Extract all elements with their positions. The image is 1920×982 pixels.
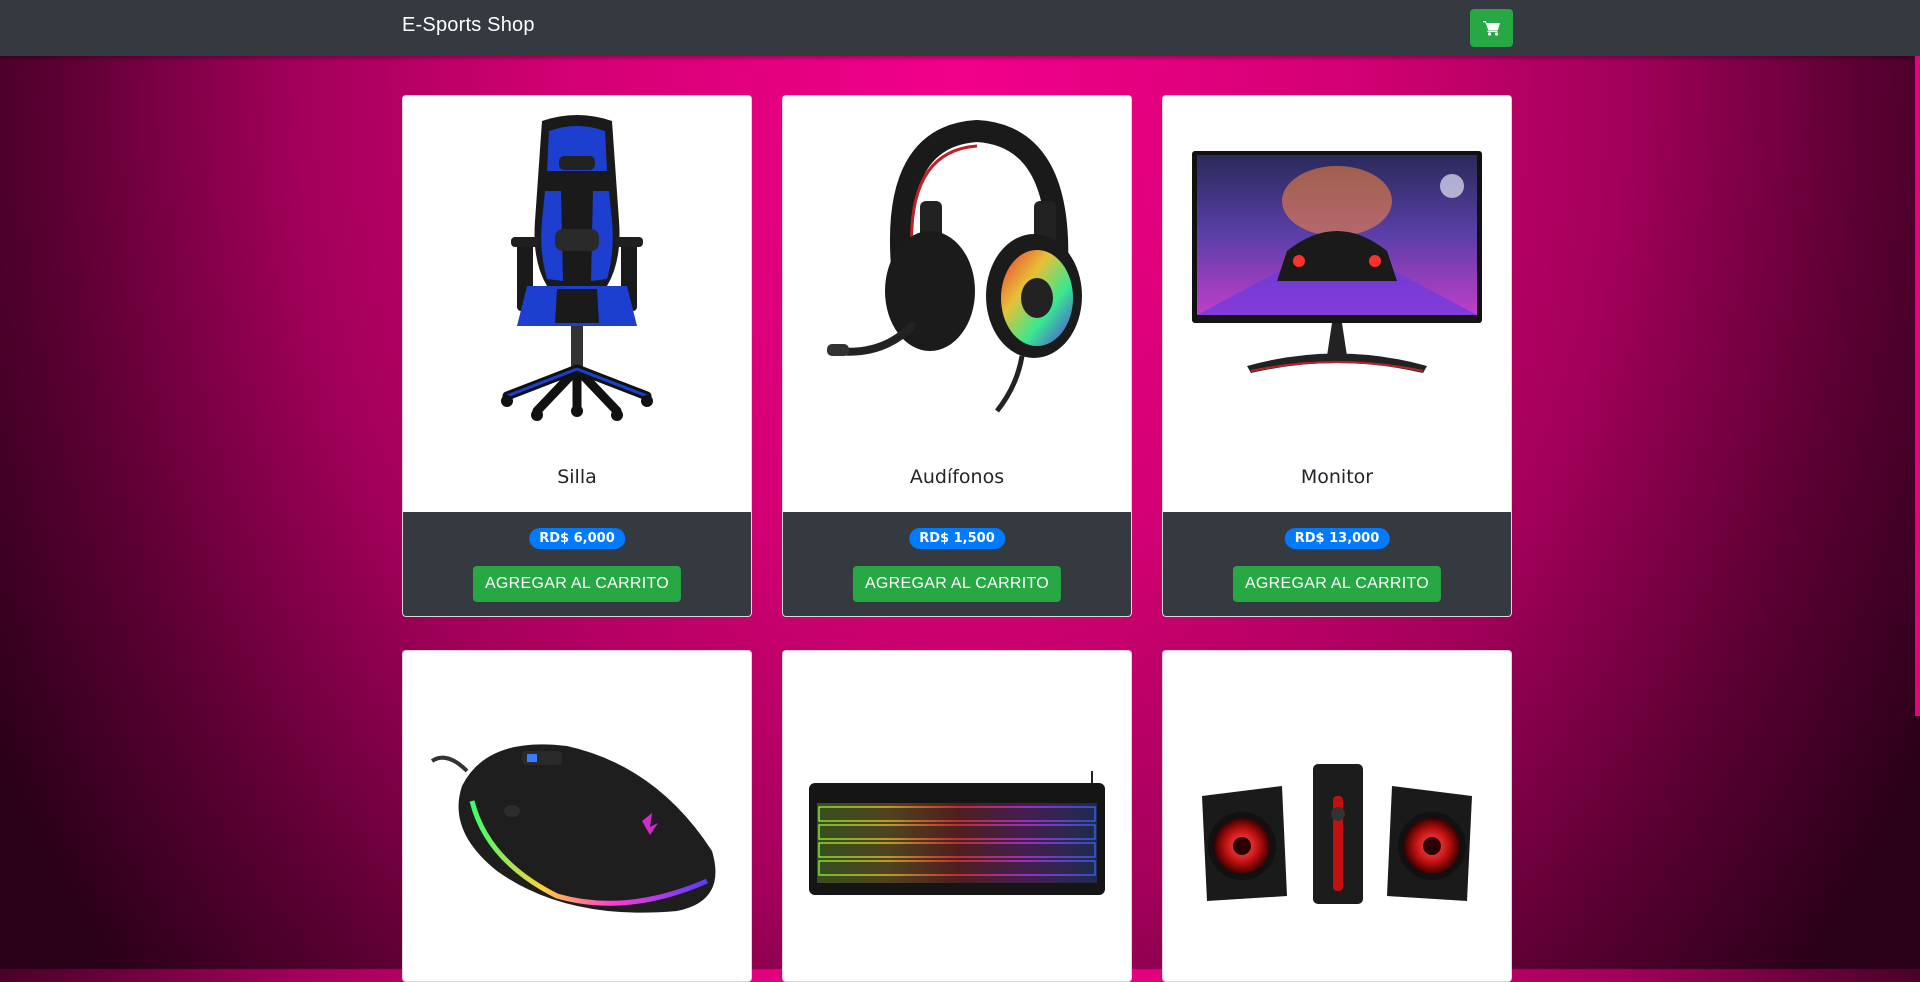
product-title: Monitor <box>1300 466 1374 488</box>
product-title: Audífonos <box>909 466 1005 488</box>
product-card: Silla RD$ 6,000 AGREGAR AL CARRITO <box>402 95 752 617</box>
product-card: Audífonos RD$ 1,500 AGREGAR AL CARRITO <box>782 95 1132 617</box>
navbar: E-Sports Shop <box>0 0 1920 56</box>
price-badge: RD$ 13,000 <box>1284 528 1390 549</box>
product-card: Monitor RD$ 13,000 AGREGAR AL CARRITO <box>1162 95 1512 617</box>
card-footer: RD$ 13,000 AGREGAR AL CARRITO <box>1163 512 1511 616</box>
product-card <box>782 650 1132 982</box>
gaming-mouse-image <box>403 651 751 981</box>
gaming-chair-image <box>403 96 751 436</box>
card-footer: RD$ 6,000 AGREGAR AL CARRITO <box>403 512 751 616</box>
add-to-cart-button[interactable]: AGREGAR AL CARRITO <box>472 566 682 602</box>
price-badge: RD$ 6,000 <box>529 528 625 549</box>
keyboard-image <box>783 651 1131 981</box>
cart-button[interactable] <box>1470 9 1513 47</box>
product-card <box>402 650 752 982</box>
headset-image <box>783 96 1131 436</box>
product-title: Silla <box>557 466 597 488</box>
product-card <box>1162 650 1512 982</box>
brand-title[interactable]: E-Sports Shop <box>402 14 535 37</box>
add-to-cart-button[interactable]: AGREGAR AL CARRITO <box>1232 566 1442 602</box>
price-badge: RD$ 1,500 <box>909 528 1005 549</box>
speakers-image <box>1163 651 1511 981</box>
add-to-cart-button[interactable]: AGREGAR AL CARRITO <box>852 566 1062 602</box>
monitor-image <box>1163 96 1511 436</box>
card-footer: RD$ 1,500 AGREGAR AL CARRITO <box>783 512 1131 616</box>
scrollbar[interactable] <box>1915 56 1920 716</box>
cart-icon <box>1482 21 1500 36</box>
